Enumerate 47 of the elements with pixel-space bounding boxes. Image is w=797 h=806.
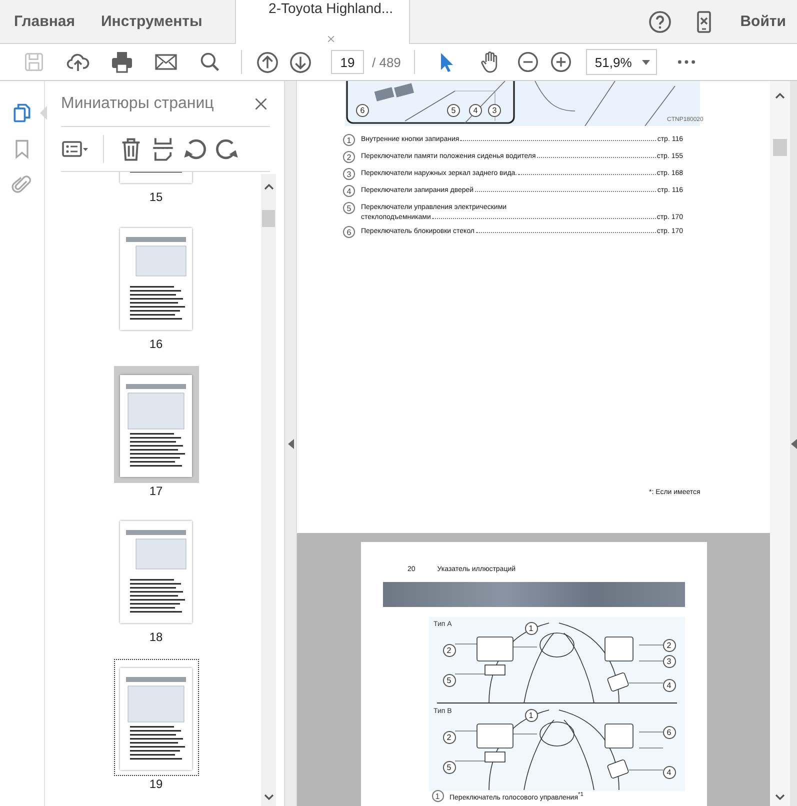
arrow-down-icon [289,50,312,74]
document-tab[interactable]: 2-Toyota Highland... [235,0,410,44]
page-count: / 489 [372,54,401,70]
page-number-label: 15 [149,190,163,204]
page-thumbnail[interactable] [120,374,192,477]
item-number: 1 [432,790,444,802]
nav-tab[interactable]: Главная [0,0,88,43]
page-thumbnail[interactable] [120,521,192,624]
sign-in-link[interactable]: Войти [726,0,797,43]
collapse-arrow-icon[interactable] [790,438,796,448]
zoom-in-icon [550,51,572,73]
more-icon[interactable] [678,60,696,64]
scroll-up-icon[interactable] [264,182,274,192]
page-number-label: 18 [149,630,163,644]
zoom-out-icon [517,51,540,73]
item-number: 1 [343,134,355,146]
paperclip-icon [11,174,33,196]
item-number: 5 [343,202,355,214]
panel-title: Миниатюры страниц [61,94,214,112]
scroll-up-icon[interactable] [775,91,785,101]
item-number: 3 [343,168,355,180]
printer-icon [110,50,134,74]
page-thumbnail[interactable] [120,228,192,330]
scroll-down-icon[interactable] [775,792,785,802]
search-icon [199,51,221,73]
caret-icon [642,60,650,64]
scrollbar-thumb[interactable] [773,139,787,156]
zoom-dropdown[interactable]: 51,9% [586,49,657,75]
scroll-down-icon[interactable] [264,792,274,802]
pages-icon [11,102,33,124]
thumbnail-frame[interactable] [114,659,199,776]
item-number: 6 [343,226,355,238]
item-number: 4 [343,185,355,197]
close-icon[interactable] [326,34,336,44]
page-number-label: 16 [149,336,163,351]
arrow-up-icon [256,50,279,74]
save-icon [23,51,45,73]
page-number-label: 19 [149,777,163,792]
nav-tab[interactable]: Инструменты [87,0,214,43]
thumbnail-frame[interactable] [114,366,199,483]
collapse-arrow-icon[interactable] [288,438,294,448]
page-number-label: 17 [149,484,163,498]
scrollbar-thumb[interactable] [262,210,276,227]
help-icon [648,10,672,34]
page-thumbnail[interactable] [120,668,192,770]
item-number: 2 [343,151,355,163]
page-number-field[interactable]: 19 [331,50,364,74]
